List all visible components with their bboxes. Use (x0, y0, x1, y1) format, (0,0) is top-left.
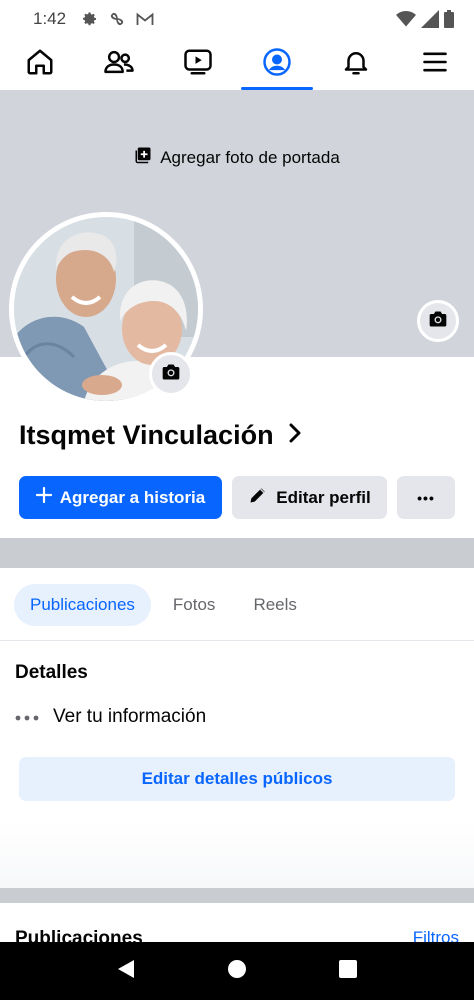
more-dots-icon (15, 706, 39, 728)
status-bar: 1:42 (0, 0, 474, 38)
chevron-right-icon (288, 420, 302, 451)
nav-home[interactable] (4, 38, 76, 90)
plus-icon (35, 486, 52, 508)
tab-publicaciones[interactable]: Publicaciones (14, 584, 151, 626)
section-divider (0, 888, 474, 903)
view-info-row[interactable]: Ver tu información (15, 706, 206, 728)
top-navigation (0, 38, 474, 90)
profile-name-link[interactable]: Itsqmet Vinculación (19, 420, 302, 451)
add-photo-icon (134, 146, 152, 169)
camera-icon (428, 310, 448, 333)
camera-icon (161, 363, 181, 386)
bell-icon (341, 47, 371, 82)
tab-reels[interactable]: Reels (237, 584, 312, 626)
section-divider (0, 538, 474, 568)
edit-public-details-button[interactable]: Editar detalles públicos (19, 757, 455, 801)
tabs-divider (0, 640, 474, 641)
video-icon (182, 47, 214, 82)
android-navigation-bar (0, 942, 474, 1000)
add-cover-label: Agregar foto de portada (160, 147, 340, 167)
nav-profile[interactable] (240, 38, 313, 90)
pinwheel-icon (108, 10, 126, 28)
details-fade-panel (0, 820, 474, 888)
profile-icon (262, 47, 292, 82)
back-button[interactable] (117, 959, 135, 984)
gmail-icon (136, 12, 154, 26)
friends-icon (103, 47, 135, 82)
nav-video[interactable] (162, 38, 234, 90)
view-info-label: Ver tu información (53, 706, 207, 727)
signal-icon (421, 10, 439, 28)
nav-notifications[interactable] (320, 38, 392, 90)
add-to-story-button[interactable]: Agregar a historia (19, 476, 222, 519)
battery-icon (444, 10, 454, 28)
more-options-button[interactable]: ••• (397, 476, 455, 519)
cover-camera-button[interactable] (417, 300, 459, 342)
home-icon (25, 47, 55, 82)
wifi-icon (396, 11, 416, 27)
more-dots-icon: ••• (417, 489, 435, 506)
profile-name: Itsqmet Vinculación (19, 420, 274, 450)
home-button[interactable] (227, 959, 246, 983)
nav-friends[interactable] (83, 38, 155, 90)
status-time: 1:42 (33, 9, 67, 28)
add-cover-photo-button[interactable]: Agregar foto de portada (0, 146, 474, 169)
gear-icon (82, 11, 98, 27)
add-to-story-label: Agregar a historia (59, 487, 206, 507)
details-title: Detalles (15, 662, 88, 683)
edit-profile-label: Editar perfil (276, 487, 371, 507)
nav-menu[interactable] (399, 38, 471, 90)
profile-tabs: Publicaciones Fotos Reels (14, 584, 313, 626)
menu-icon (421, 48, 449, 81)
edit-profile-button[interactable]: Editar perfil (232, 476, 387, 519)
pencil-icon (248, 485, 268, 510)
recents-button[interactable] (339, 959, 358, 983)
avatar-camera-button[interactable] (149, 352, 193, 396)
tab-fotos[interactable]: Fotos (157, 584, 232, 626)
